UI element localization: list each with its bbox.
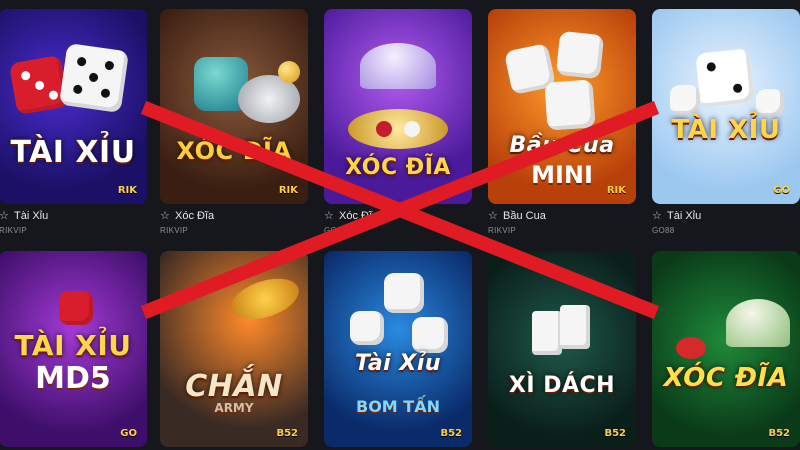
game-thumbnail[interactable]: CHẮN ARMY B52	[160, 251, 308, 447]
provider-logo: RIK	[117, 185, 137, 196]
plate-icon	[348, 109, 448, 149]
game-thumbnail[interactable]: TÀI XỈU GO	[652, 9, 800, 204]
art-title: XÓC ĐĨA	[345, 155, 451, 180]
provider-logo: RIK	[278, 185, 298, 196]
star-outline-icon[interactable]: ☆	[0, 210, 10, 222]
art-subtitle: ARMY	[214, 401, 254, 415]
card-icon	[560, 305, 590, 349]
game-thumbnail[interactable]: XÌ DÁCH B52	[488, 251, 636, 447]
game-provider: GO88	[324, 226, 347, 235]
game-provider: RIKVIP	[0, 226, 28, 235]
game-name: Bầu Cua	[503, 209, 546, 222]
art-title: TÀI XỈU	[671, 115, 781, 145]
bowl-icon	[726, 299, 790, 347]
star-outline-icon[interactable]: ☆	[488, 210, 499, 222]
game-card-chan-army[interactable]: CHẮN ARMY B52	[160, 251, 308, 447]
provider-logo: B52	[276, 428, 298, 439]
art-title: Tài Xỉu	[354, 351, 442, 376]
star-outline-icon[interactable]: ☆	[324, 210, 335, 222]
game-thumbnail[interactable]: XÓC ĐĨA RIK	[160, 9, 308, 204]
art-title: CHẮN	[185, 369, 283, 404]
game-thumbnail[interactable]: XÓC ĐĨA	[324, 9, 472, 204]
art-title: Bầu Cua	[509, 133, 615, 158]
game-thumbnail[interactable]: Bầu Cua MINI RIK	[488, 9, 636, 204]
bowl-icon	[360, 43, 436, 89]
die-icon	[59, 291, 93, 325]
die-icon	[555, 30, 605, 80]
art-subtitle: MD5	[35, 361, 111, 396]
game-card-tai-xiu-go88[interactable]: TÀI XỈU GO ☆ Tài Xỉu GO88	[652, 9, 800, 237]
game-card-xoc-dia-green[interactable]: XÓC ĐĨA B52	[652, 251, 800, 447]
provider-logo: GO	[120, 428, 137, 439]
game-thumbnail[interactable]: TÀI XỈU RIK	[0, 9, 147, 204]
game-thumbnail[interactable]: XÓC ĐĨA B52	[652, 251, 800, 447]
art-title: TÀI XỈU	[10, 135, 136, 170]
game-card-xi-dach[interactable]: XÌ DÁCH B52	[488, 251, 636, 447]
game-grid: TÀI XỈU RIK ☆ Tài Xỉu RIKVIP XÓC ĐĨA RIK…	[0, 0, 800, 450]
die-icon	[756, 89, 784, 117]
die-icon	[8, 54, 70, 116]
provider-logo: B52	[768, 428, 790, 439]
game-card-bau-cua-rikvip[interactable]: Bầu Cua MINI RIK ☆ Bầu Cua RIKVIP	[488, 9, 636, 237]
die-icon	[58, 42, 130, 114]
die-icon	[350, 311, 384, 345]
coin-icon	[278, 61, 300, 83]
bullet-icon	[226, 271, 304, 327]
die-icon	[695, 48, 755, 108]
game-card-tai-xiu-bom-tan[interactable]: Tài Xỉu BOM TẤN B52	[324, 251, 472, 447]
game-name: Xóc Đĩa	[339, 209, 379, 222]
game-name: Xóc Đĩa	[175, 209, 215, 222]
provider-logo: B52	[604, 428, 626, 439]
game-name: Tài Xỉu	[667, 209, 702, 222]
game-provider: RIKVIP	[488, 226, 517, 235]
game-provider: RIKVIP	[160, 226, 189, 235]
game-card-xoc-dia-rikvip[interactable]: XÓC ĐĨA RIK ☆ Xóc Đĩa RIKVIP	[160, 9, 308, 237]
game-thumbnail[interactable]: TÀI XỈU MD5 GO	[0, 251, 147, 447]
provider-logo: B52	[440, 428, 462, 439]
art-subtitle: BOM TẤN	[356, 397, 440, 416]
game-provider: GO88	[652, 226, 675, 235]
art-title: XÓC ĐĨA	[176, 137, 292, 165]
die-icon	[544, 79, 596, 131]
die-icon	[384, 273, 424, 313]
art-title: XÌ DÁCH	[508, 373, 616, 398]
card-icon	[532, 311, 562, 355]
star-outline-icon[interactable]: ☆	[652, 210, 663, 222]
game-card-xoc-dia-go88[interactable]: XÓC ĐĨA ☆ Xóc Đĩa GO88	[324, 9, 472, 237]
game-card-tai-xiu-md5[interactable]: TÀI XỈU MD5 GO	[0, 251, 147, 447]
art-title: XÓC ĐĨA	[663, 363, 789, 393]
art-title: TÀI XỈU	[14, 329, 132, 362]
die-icon	[412, 317, 448, 353]
provider-logo: RIK	[606, 185, 626, 196]
game-name: Tài Xỉu	[14, 209, 49, 222]
star-outline-icon[interactable]: ☆	[160, 210, 171, 222]
provider-logo: GO	[773, 185, 790, 196]
die-icon	[670, 85, 700, 115]
game-card-tai-xiu-rikvip[interactable]: TÀI XỈU RIK ☆ Tài Xỉu RIKVIP	[0, 9, 147, 237]
game-thumbnail[interactable]: Tài Xỉu BOM TẤN B52	[324, 251, 472, 447]
